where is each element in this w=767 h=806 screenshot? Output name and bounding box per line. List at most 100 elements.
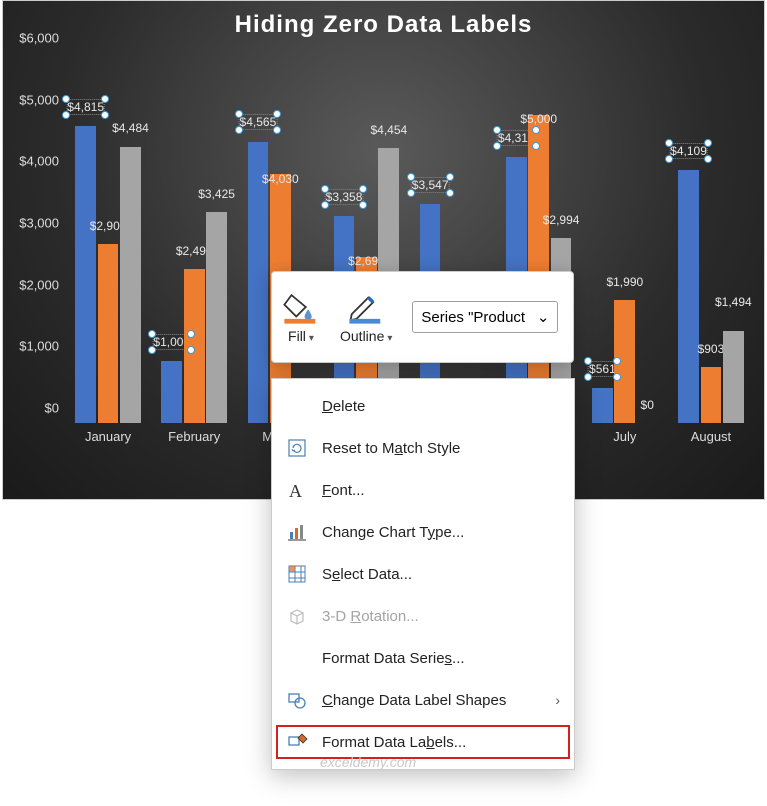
menu-label: Format Data Series...	[322, 650, 465, 667]
y-tick: $2,000	[19, 277, 59, 292]
data-label[interactable]: $4,484	[112, 121, 149, 135]
selection-handle[interactable]	[148, 346, 156, 354]
menu-label-shapes[interactable]: Change Data Label Shapes ›	[272, 679, 574, 721]
bar-series-0[interactable]	[161, 361, 182, 423]
selection-handle[interactable]	[62, 111, 70, 119]
selection-handle[interactable]	[359, 201, 367, 209]
data-label[interactable]: $1,494	[715, 295, 752, 309]
selection-handle[interactable]	[273, 110, 281, 118]
menu-label: Change Data Label Shapes	[322, 692, 506, 709]
data-label[interactable]: $5,000	[520, 112, 557, 126]
menu-chart-type[interactable]: Change Chart Type...	[272, 511, 574, 553]
y-axis: $0$1,000$2,000$3,000$4,000$5,000$6,000	[11, 53, 65, 423]
chart-icon	[286, 521, 308, 543]
selection-handle[interactable]	[493, 126, 501, 134]
fill-button[interactable]: Fill▾	[282, 290, 320, 344]
menu-label: Reset to Match Style	[322, 440, 460, 457]
bar-series-0[interactable]	[592, 388, 613, 423]
outline-button[interactable]: Outline▾	[340, 290, 392, 344]
selection-handle[interactable]	[321, 185, 329, 193]
chevron-down-icon: ⌄	[537, 308, 550, 326]
bar-series-1[interactable]	[98, 244, 119, 423]
selection-handle[interactable]	[704, 155, 712, 163]
selection-handle[interactable]	[101, 95, 109, 103]
menu-format-labels[interactable]: Format Data Labels...	[272, 721, 574, 763]
data-label[interactable]: $4,815	[66, 99, 105, 115]
selection-handle[interactable]	[101, 111, 109, 119]
data-label[interactable]: $4,030	[262, 172, 299, 186]
watermark: exceldemy.com	[320, 754, 416, 770]
plot-area[interactable]: $4,815$2,905$4,484$1,008$2,498$3,425$4,5…	[65, 53, 754, 423]
selection-handle[interactable]	[532, 142, 540, 150]
bar-series-0[interactable]	[678, 170, 699, 423]
y-tick: $0	[45, 401, 59, 416]
y-tick: $4,000	[19, 154, 59, 169]
x-tick: February	[168, 429, 220, 444]
selection-handle[interactable]	[407, 173, 415, 181]
data-label[interactable]: $903	[698, 342, 725, 356]
reset-icon	[286, 437, 308, 459]
selection-handle[interactable]	[187, 346, 195, 354]
y-tick: $3,000	[19, 216, 59, 231]
data-label[interactable]: $4,565	[239, 114, 278, 130]
bar-series-1[interactable]	[184, 269, 205, 423]
selection-handle[interactable]	[187, 330, 195, 338]
data-label[interactable]: $1,990	[606, 275, 643, 289]
selection-handle[interactable]	[532, 126, 540, 134]
bar-series-2[interactable]	[120, 147, 141, 424]
selection-handle[interactable]	[407, 189, 415, 197]
bar-series-1[interactable]	[701, 367, 722, 423]
menu-select-data[interactable]: Select Data...	[272, 553, 574, 595]
selection-handle[interactable]	[446, 189, 454, 197]
bar-series-2[interactable]	[206, 212, 227, 423]
data-label[interactable]: $2,994	[543, 213, 580, 227]
series-dropdown[interactable]: Series "Product ⌄	[412, 301, 558, 333]
outline-label: Outline	[340, 328, 384, 344]
bar-series-0[interactable]	[75, 126, 96, 423]
selection-handle[interactable]	[446, 173, 454, 181]
font-icon: A	[286, 479, 308, 501]
adjust-icon	[286, 731, 308, 753]
menu-delete[interactable]: Delete	[272, 385, 574, 427]
menu-format-series[interactable]: Format Data Series...	[272, 637, 574, 679]
selection-handle[interactable]	[665, 155, 673, 163]
selection-handle[interactable]	[359, 185, 367, 193]
menu-label: Select Data...	[322, 566, 412, 583]
selection-handle[interactable]	[235, 126, 243, 134]
selection-handle[interactable]	[493, 142, 501, 150]
menu-label: Format Data Labels...	[322, 734, 466, 751]
selection-handle[interactable]	[321, 201, 329, 209]
data-label[interactable]: $3,425	[198, 187, 235, 201]
selection-handle[interactable]	[584, 373, 592, 381]
series-dropdown-text: Series "Product	[421, 309, 525, 326]
data-label[interactable]: $0	[641, 398, 654, 412]
menu-label: Change Chart Type...	[322, 524, 464, 541]
data-label[interactable]: $4,454	[370, 123, 407, 137]
chevron-down-icon: ▾	[387, 333, 392, 344]
data-label[interactable]: $3,547	[411, 177, 450, 193]
selection-handle[interactable]	[273, 126, 281, 134]
selection-handle[interactable]	[704, 139, 712, 147]
data-label[interactable]: $4,109	[669, 143, 708, 159]
blank-icon	[286, 647, 308, 669]
shapes-icon	[286, 689, 308, 711]
menu-3d: 3-D Rotation...	[272, 595, 574, 637]
mini-toolbar: Fill▾ Outline▾ Series "Product ⌄	[271, 271, 574, 363]
data-label[interactable]: $3,358	[325, 189, 364, 205]
context-menu: Delete Reset to Match Style A Font... Change…	[271, 378, 575, 770]
x-tick: July	[613, 429, 636, 444]
menu-font[interactable]: A Font...	[272, 469, 574, 511]
selection-handle[interactable]	[665, 139, 673, 147]
paint-bucket-icon	[282, 290, 320, 324]
menu-reset[interactable]: Reset to Match Style	[272, 427, 574, 469]
grid-icon	[286, 563, 308, 585]
selection-handle[interactable]	[235, 110, 243, 118]
submenu-arrow-icon: ›	[555, 692, 560, 708]
bar-series-2[interactable]	[723, 331, 744, 423]
fill-label: Fill	[288, 328, 306, 344]
chevron-down-icon: ▾	[309, 333, 314, 344]
bar-series-1[interactable]	[528, 115, 549, 423]
menu-label: Font...	[322, 482, 365, 499]
cube-icon	[286, 605, 308, 627]
blank-icon	[286, 395, 308, 417]
